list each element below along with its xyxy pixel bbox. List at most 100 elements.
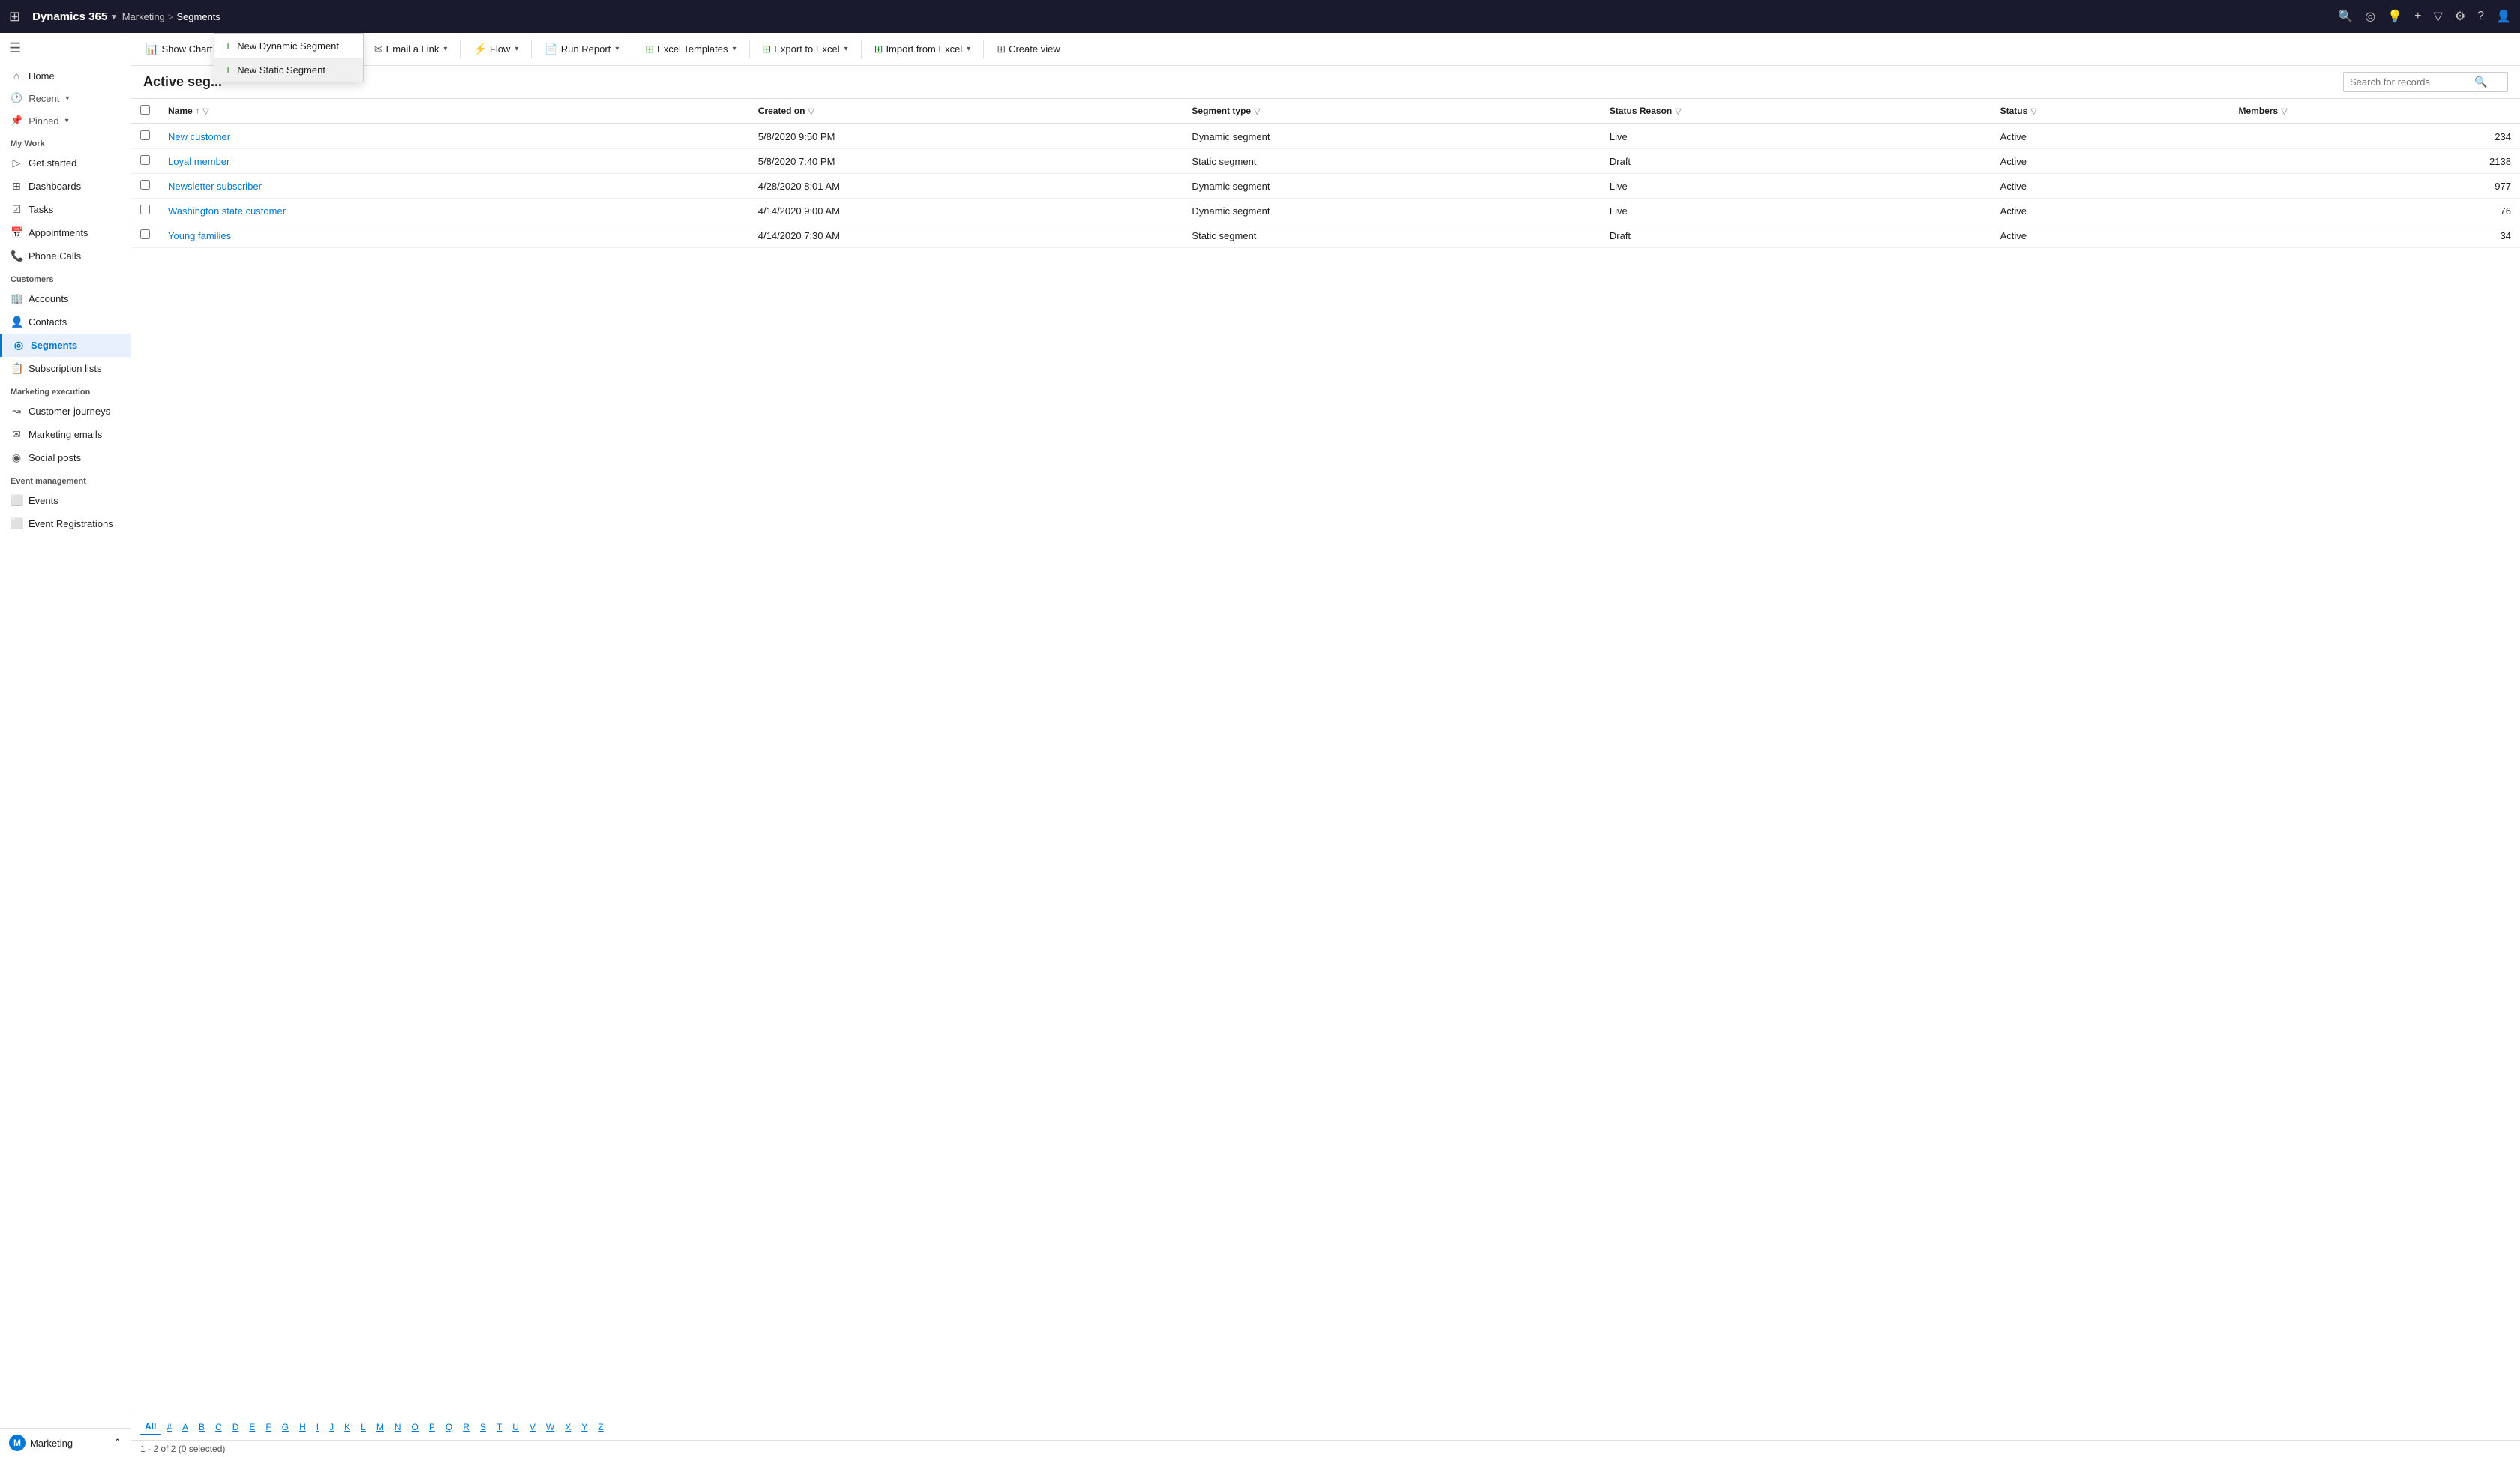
segment-name-link[interactable]: Washington state customer <box>168 205 286 217</box>
search-input[interactable] <box>2350 76 2470 88</box>
alpha-nav-#[interactable]: # <box>162 1420 176 1435</box>
alpha-nav-x[interactable]: X <box>560 1420 575 1435</box>
alpha-nav-i[interactable]: I <box>312 1420 323 1435</box>
run-report-button[interactable]: 📄 Run Report ▾ <box>536 38 627 60</box>
alpha-nav-u[interactable]: U <box>508 1420 524 1435</box>
alpha-nav-j[interactable]: J <box>325 1420 338 1435</box>
select-all-checkbox[interactable] <box>140 105 150 115</box>
sidebar-item-subscription-lists[interactable]: 📋 Subscription lists <box>0 357 130 380</box>
alpha-nav-w[interactable]: W <box>542 1420 559 1435</box>
sidebar-item-appointments[interactable]: 📅 Appointments <box>0 221 130 244</box>
alpha-nav-all[interactable]: All <box>140 1419 160 1435</box>
run-report-chevron-icon[interactable]: ▾ <box>615 45 619 53</box>
search-nav-icon[interactable]: 🔍 <box>2338 9 2353 24</box>
alpha-nav-y[interactable]: Y <box>577 1420 592 1435</box>
sidebar-item-social-posts[interactable]: ◉ Social posts <box>0 446 130 469</box>
alpha-nav-p[interactable]: P <box>424 1420 440 1435</box>
email-chevron-icon[interactable]: ▾ <box>443 45 447 53</box>
home-icon: ⌂ <box>10 70 22 82</box>
sidebar-item-customer-journeys[interactable]: ↝ Customer journeys <box>0 400 130 423</box>
settings-icon[interactable]: ⚙ <box>2455 9 2465 24</box>
alpha-nav-k[interactable]: K <box>340 1420 355 1435</box>
alpha-nav-q[interactable]: Q <box>441 1420 457 1435</box>
sidebar-item-get-started[interactable]: ▷ Get started <box>0 151 130 175</box>
alpha-nav-t[interactable]: T <box>492 1420 506 1435</box>
alpha-nav-f[interactable]: F <box>261 1420 275 1435</box>
row-checkbox[interactable] <box>140 229 150 239</box>
row-checkbox[interactable] <box>140 130 150 140</box>
brand-chevron-icon[interactable]: ▾ <box>112 12 116 22</box>
waffle-icon[interactable]: ⊞ <box>9 9 20 25</box>
import-excel-button[interactable]: ⊞ Import from Excel ▾ <box>866 38 980 60</box>
status-filter-icon[interactable]: ▽ <box>2030 106 2036 116</box>
lightbulb-icon[interactable]: 💡 <box>2387 9 2402 24</box>
alpha-nav-m[interactable]: M <box>372 1420 388 1435</box>
segment-name-link[interactable]: Young families <box>168 230 231 241</box>
alpha-nav-o[interactable]: O <box>407 1420 423 1435</box>
breadcrumb-marketing[interactable]: Marketing <box>122 11 165 22</box>
segment-name-link[interactable]: Loyal member <box>168 156 230 167</box>
sidebar-item-event-registrations[interactable]: ⬜ Event Registrations <box>0 512 130 535</box>
hamburger-icon[interactable]: ☰ <box>9 40 21 55</box>
row-checkbox[interactable] <box>140 180 150 190</box>
sidebar-item-dashboards[interactable]: ⊞ Dashboards <box>0 175 130 198</box>
user-icon[interactable]: 👤 <box>2496 9 2511 24</box>
sidebar-item-home[interactable]: ⌂ Home <box>0 64 130 87</box>
sidebar-item-pinned[interactable]: 📌 Pinned ▾ <box>0 109 130 132</box>
row-checkbox[interactable] <box>140 205 150 214</box>
alpha-nav-b[interactable]: B <box>194 1420 209 1435</box>
sidebar-item-phone-calls[interactable]: 📞 Phone Calls <box>0 244 130 268</box>
export-chevron-icon[interactable]: ▾ <box>844 45 848 53</box>
segment-name-link[interactable]: New customer <box>168 131 230 142</box>
segment-type-filter-icon[interactable]: ▽ <box>1254 106 1260 116</box>
flow-button[interactable]: ⚡ Flow ▾ <box>465 38 526 60</box>
excel-templates-chevron-icon[interactable]: ▾ <box>732 45 736 53</box>
alpha-nav-z[interactable]: Z <box>593 1420 608 1435</box>
row-checkbox[interactable] <box>140 155 150 165</box>
alpha-nav-a[interactable]: A <box>178 1420 193 1435</box>
segment-type-cell: Static segment <box>1183 149 1600 174</box>
target-icon[interactable]: ◎ <box>2365 9 2375 24</box>
segment-name-link[interactable]: Newsletter subscriber <box>168 181 262 192</box>
help-icon[interactable]: ? <box>2477 10 2484 23</box>
sidebar-item-events[interactable]: ⬜ Events <box>0 489 130 512</box>
alpha-nav-c[interactable]: C <box>211 1420 226 1435</box>
alpha-nav-n[interactable]: N <box>390 1420 406 1435</box>
alpha-nav-g[interactable]: G <box>278 1420 293 1435</box>
created-on-filter-icon[interactable]: ▽ <box>808 106 814 116</box>
name-sort-icon[interactable]: ↑ <box>196 106 200 115</box>
flow-chevron-icon[interactable]: ▾ <box>514 45 518 53</box>
sidebar-item-recent[interactable]: 🕐 Recent ▾ <box>0 87 130 109</box>
alpha-nav-d[interactable]: D <box>228 1420 244 1435</box>
alpha-nav-e[interactable]: E <box>244 1420 260 1435</box>
add-icon[interactable]: + <box>2414 10 2421 23</box>
filter-nav-icon[interactable]: ▽ <box>2434 9 2443 24</box>
alpha-nav-r[interactable]: R <box>458 1420 474 1435</box>
export-excel-button[interactable]: ⊞ Export to Excel ▾ <box>754 38 856 60</box>
sidebar-item-tasks[interactable]: ☑ Tasks <box>0 198 130 221</box>
new-static-segment-item[interactable]: + New Static Segment <box>214 58 363 82</box>
sidebar-item-segments[interactable]: ◎ Segments <box>0 334 130 357</box>
excel-templates-button[interactable]: ⊞ Excel Templates ▾ <box>637 38 744 60</box>
breadcrumb-separator: > <box>168 11 174 22</box>
sidebar-item-marketing-emails[interactable]: ✉ Marketing emails <box>0 423 130 446</box>
import-chevron-icon[interactable]: ▾ <box>967 45 970 53</box>
sidebar-item-contacts[interactable]: 👤 Contacts <box>0 310 130 334</box>
show-chart-button[interactable]: 📊 Show Chart <box>137 38 220 60</box>
alpha-nav-l[interactable]: L <box>356 1420 370 1435</box>
email-link-button[interactable]: ✉ Email a Link ▾ <box>366 38 456 60</box>
members-filter-icon[interactable]: ▽ <box>2281 106 2287 116</box>
sidebar-footer-chevron[interactable]: ⌃ <box>113 1437 122 1449</box>
status-reason-filter-icon[interactable]: ▽ <box>1675 106 1681 116</box>
brand-logo[interactable]: Dynamics 365 ▾ <box>32 10 116 23</box>
sidebar-item-accounts[interactable]: 🏢 Accounts <box>0 287 130 310</box>
sidebar-toggle[interactable]: ☰ <box>0 33 130 64</box>
name-filter-icon[interactable]: ▽ <box>202 106 208 116</box>
create-view-button[interactable]: ⊞ Create view <box>988 38 1068 60</box>
search-box[interactable]: 🔍 <box>2343 72 2508 92</box>
alpha-nav-s[interactable]: S <box>476 1420 490 1435</box>
alpha-nav-v[interactable]: V <box>525 1420 540 1435</box>
alpha-nav-h[interactable]: H <box>295 1420 310 1435</box>
created-on-cell: 5/8/2020 7:40 PM <box>749 149 1184 174</box>
new-dynamic-segment-item[interactable]: + New Dynamic Segment <box>214 34 363 58</box>
